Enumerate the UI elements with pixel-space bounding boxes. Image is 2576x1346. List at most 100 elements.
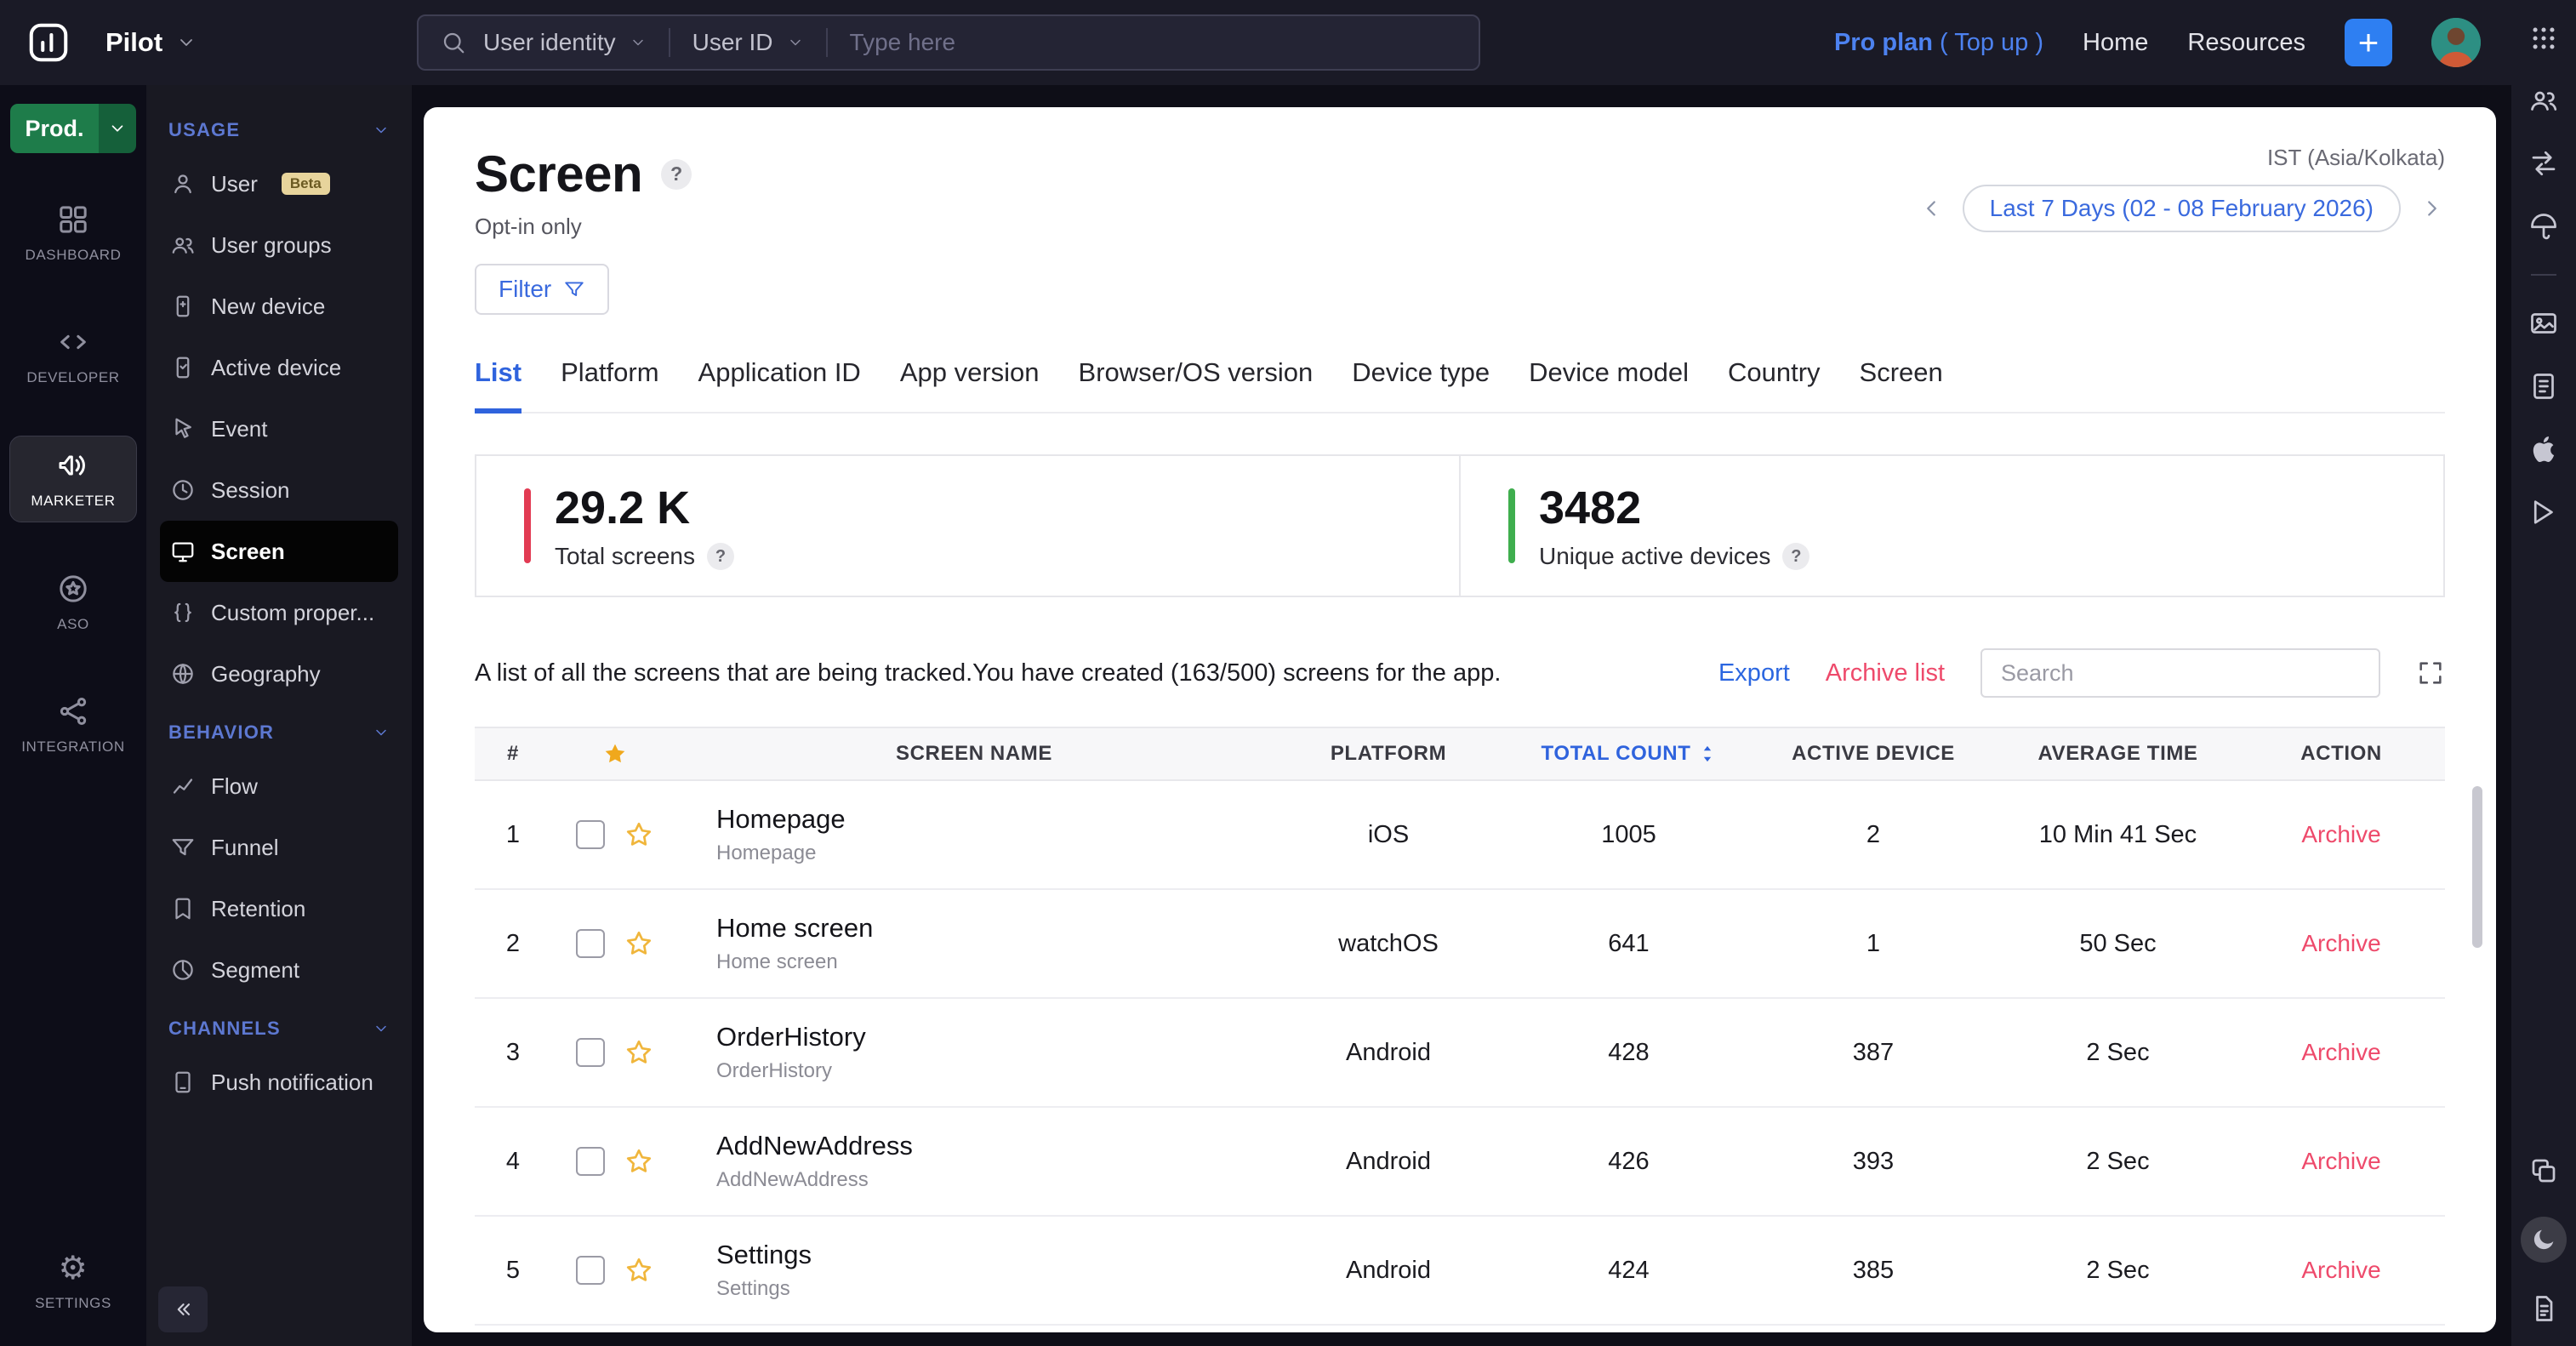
apple-store-icon[interactable]	[2528, 434, 2559, 465]
sidebar-item-aso[interactable]: ASO	[9, 560, 137, 645]
row-checkbox[interactable]	[576, 820, 605, 849]
row-platform: Android	[1346, 1256, 1431, 1284]
stat-help-icon[interactable]: ?	[706, 543, 734, 570]
tab-platform[interactable]: Platform	[561, 357, 658, 412]
menu-item-active-device[interactable]: Active device	[160, 337, 398, 398]
environment-selector[interactable]: Prod.	[10, 104, 136, 153]
screen-name: AddNewAddress	[716, 1131, 913, 1161]
menu-item-push-notification[interactable]: Push notification	[160, 1052, 398, 1113]
tab-device-model[interactable]: Device model	[1529, 357, 1689, 412]
archive-action-link[interactable]: Archive	[2239, 1257, 2443, 1284]
rail-label: ASO	[57, 616, 89, 632]
menu-section-channels[interactable]: CHANNELS	[160, 1001, 398, 1052]
archive-action-link[interactable]: Archive	[2239, 930, 2443, 957]
search-category-dropdown[interactable]: User identity	[483, 29, 647, 56]
star-outline-icon[interactable]	[624, 1146, 654, 1177]
filter-button[interactable]: Filter	[475, 264, 610, 315]
screen-subname: Home screen	[716, 950, 838, 973]
star-outline-icon[interactable]	[624, 819, 654, 850]
table-header: # SCREEN NAME PLATFORM TOTAL COUNT ACTIV…	[475, 727, 2445, 781]
sidebar-item-integration[interactable]: INTEGRATION	[9, 682, 137, 767]
row-checkbox[interactable]	[576, 1147, 605, 1176]
resources-link[interactable]: Resources	[2187, 29, 2305, 57]
home-link[interactable]: Home	[2083, 29, 2148, 57]
menu-item-user-groups[interactable]: User groups	[160, 214, 398, 276]
table-scrollbar[interactable]	[2472, 786, 2482, 948]
top-up-link[interactable]: ( Top up )	[1940, 29, 2043, 56]
menu-item-flow[interactable]: Flow	[160, 756, 398, 817]
archive-action-link[interactable]: Archive	[2239, 1148, 2443, 1175]
sidebar-item-settings[interactable]: ⚙ SETTINGS	[9, 1240, 137, 1324]
menu-item-segment[interactable]: Segment	[160, 939, 398, 1001]
stat-help-icon[interactable]: ?	[1782, 543, 1810, 570]
date-range-picker[interactable]: Last 7 Days (02 - 08 February 2026)	[1962, 185, 2401, 232]
add-button[interactable]: +	[2345, 19, 2392, 66]
umbrella-icon[interactable]	[2528, 211, 2559, 242]
tab-app-version[interactable]: App version	[900, 357, 1040, 412]
apps-grid-icon[interactable]	[2529, 24, 2558, 53]
star-outline-icon[interactable]	[624, 1037, 654, 1068]
dark-mode-toggle[interactable]	[2521, 1217, 2567, 1263]
row-checkbox[interactable]	[576, 929, 605, 958]
archive-action-link[interactable]: Archive	[2239, 1039, 2443, 1066]
archive-action-link[interactable]: Archive	[2239, 821, 2443, 848]
tab-device-type[interactable]: Device type	[1352, 357, 1490, 412]
stat-unique-devices: 3482 Unique active devices ?	[1459, 456, 2443, 596]
user-avatar[interactable]	[2431, 18, 2481, 67]
menu-section-usage[interactable]: USAGE	[160, 102, 398, 153]
title-help-icon[interactable]: ?	[661, 158, 692, 190]
menu-item-user[interactable]: User Beta	[160, 153, 398, 214]
row-platform: Android	[1346, 1038, 1431, 1066]
tab-application-id[interactable]: Application ID	[698, 357, 861, 412]
star-outline-icon[interactable]	[624, 928, 654, 959]
table-row: 2 Home screen Home screen watchOS 641 1 …	[475, 890, 2445, 999]
sidebar-item-dashboard[interactable]: DASHBOARD	[9, 191, 137, 276]
menu-item-new-device[interactable]: New device	[160, 276, 398, 337]
search-field-dropdown[interactable]: User ID	[692, 29, 804, 56]
row-checkbox[interactable]	[576, 1256, 605, 1285]
star-outline-icon[interactable]	[624, 1255, 654, 1286]
menu-item-screen[interactable]: Screen	[160, 521, 398, 582]
header-total-count[interactable]: TOTAL COUNT	[1507, 742, 1750, 766]
rail-label: DASHBOARD	[25, 247, 122, 263]
product-switcher[interactable]: Pilot	[105, 27, 197, 58]
row-index: 3	[505, 1038, 521, 1066]
stat-value: 3482	[1539, 482, 1642, 533]
menu-item-event[interactable]: Event	[160, 398, 398, 459]
menu-item-geography[interactable]: Geography	[160, 643, 398, 704]
arrows-swap-icon[interactable]	[2528, 148, 2559, 179]
menu-item-funnel[interactable]: Funnel	[160, 817, 398, 878]
tab-list[interactable]: List	[475, 357, 522, 413]
row-checkbox[interactable]	[576, 1038, 605, 1067]
megaphone-icon	[59, 455, 85, 476]
table-search-input[interactable]	[1980, 648, 2380, 698]
users-icon[interactable]	[2528, 85, 2559, 116]
search-input[interactable]	[849, 29, 1456, 56]
chevron-left-icon[interactable]	[1918, 196, 1944, 221]
plan-info[interactable]: Pro plan ( Top up )	[1834, 29, 2043, 57]
global-search: User identity User ID	[417, 14, 1480, 71]
content-card: Screen ? Opt-in only Filter IST (Asia/Ko…	[424, 107, 2496, 1332]
menu-item-session[interactable]: Session	[160, 459, 398, 521]
app-logo[interactable]	[26, 20, 71, 66]
tab-country[interactable]: Country	[1728, 357, 1821, 412]
collapse-sidebar-button[interactable]	[158, 1286, 208, 1332]
tab-screen[interactable]: Screen	[1860, 357, 1943, 412]
image-gallery-icon[interactable]	[2528, 308, 2559, 339]
sidebar-item-marketer[interactable]: MARKETER	[9, 436, 137, 522]
chevron-right-icon[interactable]	[2419, 196, 2445, 221]
sidebar-item-developer[interactable]: DEVELOPER	[9, 313, 137, 398]
tab-browser-os-version[interactable]: Browser/OS version	[1079, 357, 1314, 412]
star-icon[interactable]	[601, 740, 629, 767]
menu-item-retention[interactable]: Retention	[160, 878, 398, 939]
changelog-icon[interactable]	[2528, 1293, 2559, 1324]
gear-icon: ⚙	[58, 1251, 88, 1286]
google-play-icon[interactable]	[2528, 497, 2559, 528]
export-link[interactable]: Export	[1718, 659, 1790, 687]
menu-section-behavior[interactable]: BEHAVIOR	[160, 704, 398, 756]
archive-list-link[interactable]: Archive list	[1826, 659, 1945, 687]
copy-windows-icon[interactable]	[2528, 1155, 2559, 1186]
menu-item-custom-properties[interactable]: Custom proper...	[160, 582, 398, 643]
report-icon[interactable]	[2528, 371, 2559, 402]
fullscreen-icon[interactable]	[2416, 659, 2445, 687]
